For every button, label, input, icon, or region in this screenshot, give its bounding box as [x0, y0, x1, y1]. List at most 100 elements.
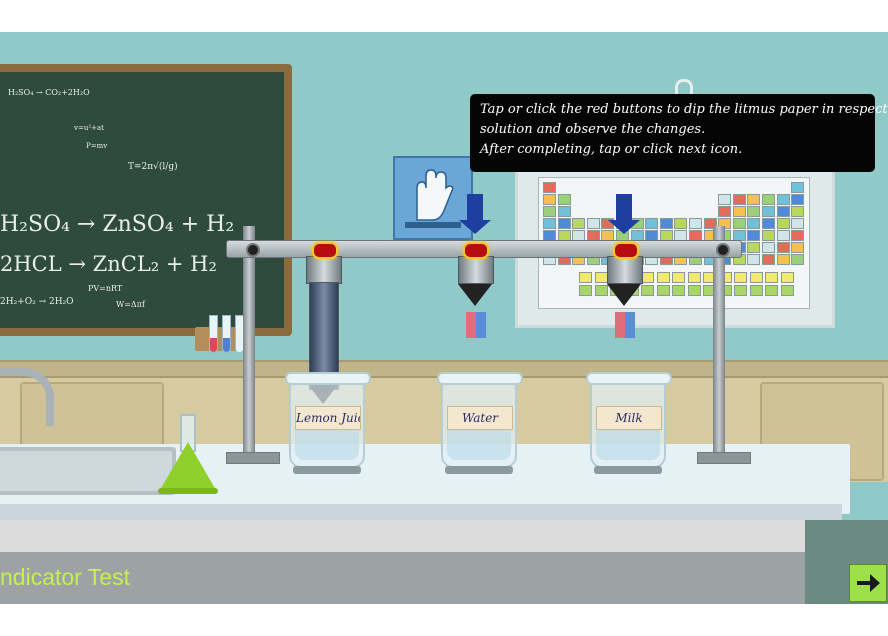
element-cell — [641, 285, 654, 296]
stand-pole — [713, 226, 725, 458]
element-cell — [734, 272, 747, 283]
element-cell — [734, 285, 747, 296]
beaker-label: Water — [447, 406, 513, 430]
next-button[interactable] — [849, 564, 887, 602]
element-cell — [762, 254, 775, 265]
element-cell — [791, 182, 805, 193]
element-cell — [791, 254, 805, 265]
element-cell — [687, 285, 701, 296]
element-cell — [557, 218, 571, 229]
beaker-base — [445, 466, 513, 474]
stand-base — [226, 452, 280, 464]
element-cell — [543, 194, 556, 205]
test-tube — [222, 315, 231, 353]
beaker-lemon-juice: Lemon Juice — [285, 372, 371, 474]
element-cell — [762, 206, 775, 217]
stand-base — [697, 452, 751, 464]
chalk-equation: H₂SO₄ → CO₂+2H₂O — [8, 88, 90, 97]
chalk-equation: P=mv — [86, 142, 108, 150]
element-cell — [718, 194, 732, 205]
litmus-holder — [607, 256, 643, 284]
conical-flask — [160, 442, 216, 490]
element-cell — [747, 242, 761, 253]
instruction-box: Tap or click the red buttons to dip the … — [470, 94, 888, 172]
chalk-equation: PV=nRT — [88, 284, 123, 293]
element-cell — [656, 285, 670, 296]
beaker-milk: Milk — [586, 372, 672, 474]
chalk-equation: 2H₂+O₂ → 2H₂O — [0, 297, 74, 307]
element-cell — [780, 272, 794, 283]
arrow-down-icon — [459, 194, 491, 234]
element-cell — [791, 218, 805, 229]
element-cell — [732, 206, 746, 217]
dip-button-water[interactable] — [463, 242, 489, 259]
element-cell — [579, 285, 592, 296]
element-cell — [594, 285, 608, 296]
element-cell — [791, 206, 805, 217]
element-cell — [765, 285, 778, 296]
litmus-clamp — [458, 284, 492, 306]
chalk-equation: W=Δπf — [116, 300, 145, 309]
chalk-equation: H₂SO₄ → ZnSO₄ + H₂ — [0, 212, 235, 237]
element-cell — [674, 218, 688, 229]
chalkboard-surface: H₂SO₄ → CO₂+2H₂O v=u²+at P=mv T=2π√(l/g)… — [0, 72, 284, 328]
element-cell — [776, 254, 790, 265]
element-cell — [776, 194, 790, 205]
faucet — [0, 368, 54, 426]
beaker-label: Lemon Juice — [295, 406, 361, 430]
beaker-base — [594, 466, 662, 474]
litmus-holder — [458, 256, 494, 284]
sink — [0, 447, 176, 495]
chalk-equation: 2HCL → ZnCL₂ + H₂ — [0, 252, 217, 276]
element-cell — [791, 242, 805, 253]
element-cell — [543, 206, 556, 217]
element-cell — [689, 218, 702, 229]
element-cell — [791, 230, 805, 241]
element-cell — [672, 285, 685, 296]
element-cell — [747, 194, 761, 205]
element-cell — [776, 218, 790, 229]
beaker-water: Water — [437, 372, 523, 474]
blue-litmus-paper — [476, 312, 486, 338]
beaker-rim — [586, 372, 672, 385]
chalk-equation: v=u²+at — [74, 124, 104, 132]
flask-base — [158, 488, 218, 494]
lab-scene: H₂SO₄ → CO₂+2H₂O v=u²+at P=mv T=2π√(l/g)… — [0, 32, 888, 604]
element-cell — [579, 272, 592, 283]
dip-button-milk[interactable] — [613, 242, 639, 259]
element-cell — [672, 272, 685, 283]
instruction-line: Tap or click the red buttons to dip the … — [480, 102, 888, 117]
element-cell — [586, 218, 600, 229]
beaker-rim — [285, 372, 371, 385]
arrow-right-icon — [857, 574, 880, 592]
element-cell — [747, 206, 761, 217]
beaker-base — [293, 466, 361, 474]
red-litmus-paper — [615, 312, 625, 338]
element-cell — [557, 194, 571, 205]
element-cell — [732, 218, 746, 229]
activity-title: ndicator Test — [0, 564, 130, 590]
element-cell — [594, 272, 608, 283]
element-cell — [776, 206, 790, 217]
element-cell — [747, 254, 761, 265]
element-cell — [747, 218, 761, 229]
beaker-rim — [437, 372, 523, 385]
element-cell — [765, 272, 778, 283]
element-cell — [718, 206, 732, 217]
litmus-clamp — [607, 284, 641, 306]
element-cell — [687, 272, 701, 283]
element-cell — [543, 182, 556, 193]
element-cell — [762, 230, 775, 241]
element-cell — [749, 285, 763, 296]
dip-button-lemon-juice[interactable] — [312, 242, 338, 259]
instruction-line: After completing, tap or click next icon… — [480, 142, 743, 157]
element-cell — [747, 230, 761, 241]
element-cell — [572, 218, 586, 229]
element-cell — [645, 218, 659, 229]
stand-pole — [243, 226, 255, 458]
counter-edge — [0, 504, 842, 520]
test-tube — [209, 315, 218, 353]
chalk-equation: T=2π√(l/g) — [128, 162, 178, 172]
blue-litmus-paper — [625, 312, 635, 338]
element-cell — [780, 285, 794, 296]
